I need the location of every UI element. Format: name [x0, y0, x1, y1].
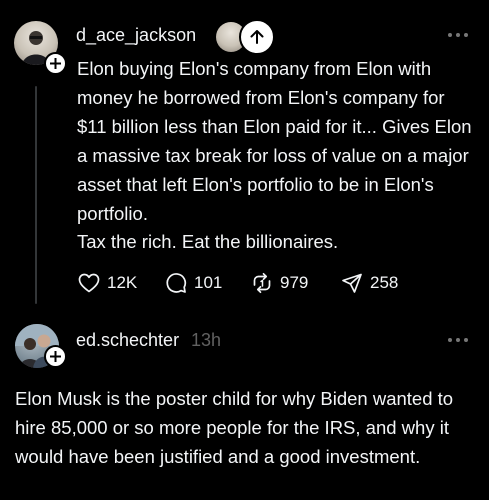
- post-timestamp: 13h: [191, 330, 222, 350]
- repost-button[interactable]: 979: [250, 269, 308, 297]
- more-options-icon[interactable]: [448, 337, 470, 343]
- arrow-up-icon: [250, 30, 264, 44]
- post-body: Elon Musk is the poster child for why Bi…: [15, 388, 454, 467]
- reply-count: 101: [194, 273, 223, 292]
- follow-plus-icon[interactable]: [44, 52, 67, 75]
- share-button[interactable]: 258: [340, 269, 398, 297]
- more-options-icon[interactable]: [448, 32, 470, 38]
- reply-button[interactable]: 101: [164, 269, 222, 297]
- thread-post: d_ace_jackson Elon buying Elon's company…: [0, 0, 489, 316]
- repost-count: 979: [280, 273, 309, 292]
- post-body-second-paragraph: Tax the rich. Eat the billionaires.: [77, 231, 339, 252]
- post-body: Elon buying Elon's company from Elon wit…: [77, 58, 472, 224]
- comment-icon: [166, 273, 187, 293]
- like-button[interactable]: 12K: [77, 269, 137, 297]
- share-count: 258: [370, 273, 399, 292]
- send-icon: [342, 273, 362, 293]
- follow-plus-icon[interactable]: [44, 345, 67, 368]
- like-count: 12K: [107, 273, 138, 292]
- up-arrow-button[interactable]: [239, 19, 275, 55]
- thread-line: [35, 86, 37, 304]
- repost-icon: [253, 272, 271, 294]
- author-username[interactable]: d_ace_jackson: [76, 25, 196, 46]
- heart-icon: [78, 273, 100, 293]
- author-username[interactable]: ed.schechter: [76, 330, 179, 351]
